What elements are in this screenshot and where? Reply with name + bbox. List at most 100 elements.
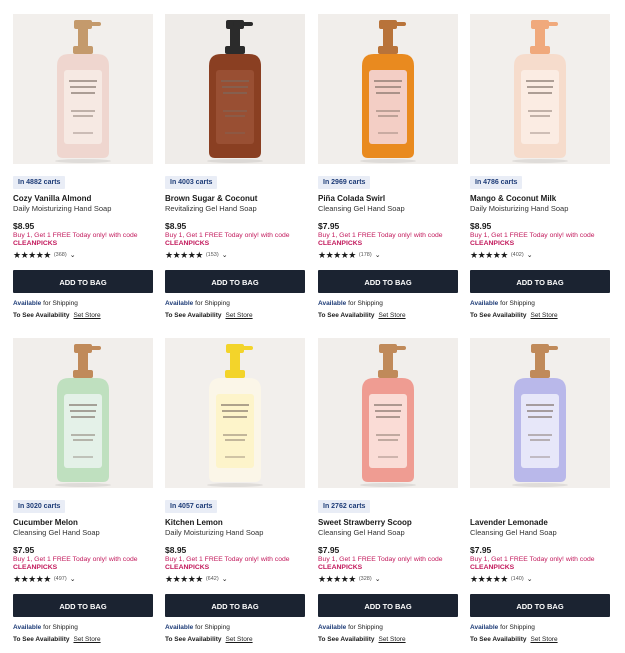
set-store-link[interactable]: Set Store: [378, 636, 405, 643]
availability-text: for Shipping: [195, 300, 230, 307]
review-count: (153): [205, 252, 219, 258]
product-name[interactable]: Cozy Vanilla Almond: [13, 194, 91, 203]
product-price: $7.95: [318, 545, 340, 555]
star-rating[interactable]: ★★★★★ (328) ⌄: [318, 574, 381, 584]
stars-icon: ★★★★★: [318, 250, 356, 260]
add-to-bag-button[interactable]: ADD TO BAG: [318, 594, 458, 617]
product-name[interactable]: Cucumber Melon: [13, 518, 78, 527]
promo-code: CLEANPICKS: [318, 564, 363, 571]
product-image[interactable]: [470, 14, 610, 164]
add-to-bag-button[interactable]: ADD TO BAG: [13, 594, 153, 617]
carts-badge: In 3020 carts: [13, 500, 66, 513]
carts-badge: In 4786 carts: [470, 176, 523, 189]
availability: Available for Shipping: [318, 300, 383, 307]
review-count: (642): [205, 576, 219, 582]
product-image[interactable]: [13, 338, 153, 488]
set-store-link[interactable]: Set Store: [530, 636, 557, 643]
product-name[interactable]: Mango & Coconut Milk: [470, 194, 556, 203]
promo-text: Buy 1, Get 1 FREE Today only! with code C…: [318, 232, 458, 248]
availability-label: Available: [470, 624, 499, 631]
soap-bottle-illustration: [207, 20, 263, 163]
add-to-bag-button[interactable]: ADD TO BAG: [165, 594, 305, 617]
chevron-down-icon[interactable]: ⌄: [527, 251, 533, 259]
add-to-bag-button[interactable]: ADD TO BAG: [470, 594, 610, 617]
product-card: In 4003 carts Brown Sugar & Coconut Revita…: [165, 14, 305, 329]
product-image[interactable]: [165, 338, 305, 488]
promo-text: Buy 1, Get 1 FREE Today only! with code C…: [165, 232, 305, 248]
chevron-down-icon[interactable]: ⌄: [70, 575, 76, 583]
product-name[interactable]: Sweet Strawberry Scoop: [318, 518, 412, 527]
availability-label: Available: [470, 300, 499, 307]
set-store-link[interactable]: Set Store: [378, 312, 405, 319]
product-price: $7.95: [470, 545, 492, 555]
product-image[interactable]: [318, 14, 458, 164]
promo-line: Buy 1, Get 1 FREE Today only! with code: [165, 556, 290, 563]
availability-label: Available: [165, 624, 194, 631]
availability-label: Available: [165, 300, 194, 307]
promo-line: Buy 1, Get 1 FREE Today only! with code: [318, 556, 443, 563]
chevron-down-icon[interactable]: ⌄: [527, 575, 533, 583]
product-image[interactable]: [13, 14, 153, 164]
soap-bottle-illustration: [207, 344, 263, 487]
product-image[interactable]: [318, 338, 458, 488]
availability: Available for Shipping: [165, 300, 230, 307]
carts-badge: In 4882 carts: [13, 176, 66, 189]
product-image[interactable]: [165, 14, 305, 164]
review-count: (140): [510, 576, 524, 582]
product-type: Daily Moisturizing Hand Soap: [13, 204, 112, 213]
chevron-down-icon[interactable]: ⌄: [375, 251, 381, 259]
star-rating[interactable]: ★★★★★ (642) ⌄: [165, 574, 228, 584]
promo-text: Buy 1, Get 1 FREE Today only! with code C…: [13, 556, 153, 572]
product-image[interactable]: [470, 338, 610, 488]
add-to-bag-button[interactable]: ADD TO BAG: [165, 270, 305, 293]
store-availability: To See Availability Set Store: [165, 636, 253, 643]
product-card: In 4882 carts Cozy Vanilla Almond Daily Mo…: [13, 14, 153, 329]
product-name[interactable]: Kitchen Lemon: [165, 518, 223, 527]
chevron-down-icon[interactable]: ⌄: [70, 251, 76, 259]
carts-badge: In 2969 carts: [318, 176, 371, 189]
set-store-link[interactable]: Set Store: [73, 312, 100, 319]
product-type: Daily Moisturizing Hand Soap: [165, 528, 264, 537]
set-store-link[interactable]: Set Store: [225, 636, 252, 643]
promo-line: Buy 1, Get 1 FREE Today only! with code: [318, 232, 443, 239]
product-price: $8.95: [13, 221, 35, 231]
product-type: Cleansing Gel Hand Soap: [13, 528, 100, 537]
chevron-down-icon[interactable]: ⌄: [222, 575, 228, 583]
product-name[interactable]: Lavender Lemonade: [470, 518, 548, 527]
carts-badge: In 2762 carts: [318, 500, 371, 513]
add-to-bag-button[interactable]: ADD TO BAG: [470, 270, 610, 293]
star-rating[interactable]: ★★★★★ (153) ⌄: [165, 250, 228, 260]
review-count: (402): [510, 252, 524, 258]
soap-bottle-illustration: [512, 344, 568, 487]
chevron-down-icon[interactable]: ⌄: [222, 251, 228, 259]
stars-icon: ★★★★★: [13, 250, 51, 260]
product-name[interactable]: Piña Colada Swirl: [318, 194, 385, 203]
add-to-bag-button[interactable]: ADD TO BAG: [13, 270, 153, 293]
product-card: In 2762 carts Sweet Strawberry Scoop Clean…: [318, 338, 458, 653]
stars-icon: ★★★★★: [165, 250, 203, 260]
star-rating[interactable]: ★★★★★ (140) ⌄: [470, 574, 533, 584]
carts-badge: In 4003 carts: [165, 176, 218, 189]
availability-text: for Shipping: [348, 300, 383, 307]
product-price: $7.95: [318, 221, 340, 231]
add-to-bag-button[interactable]: ADD TO BAG: [318, 270, 458, 293]
star-rating[interactable]: ★★★★★ (368) ⌄: [13, 250, 76, 260]
review-count: (178): [358, 252, 372, 258]
review-count: (368): [53, 252, 67, 258]
promo-line: Buy 1, Get 1 FREE Today only! with code: [470, 232, 595, 239]
store-availability-label: To See Availability: [165, 636, 222, 643]
set-store-link[interactable]: Set Store: [530, 312, 557, 319]
set-store-link[interactable]: Set Store: [225, 312, 252, 319]
product-card: In 4057 carts Kitchen Lemon Daily Moisturi…: [165, 338, 305, 653]
star-rating[interactable]: ★★★★★ (497) ⌄: [13, 574, 76, 584]
star-rating[interactable]: ★★★★★ (402) ⌄: [470, 250, 533, 260]
product-name[interactable]: Brown Sugar & Coconut: [165, 194, 257, 203]
set-store-link[interactable]: Set Store: [73, 636, 100, 643]
chevron-down-icon[interactable]: ⌄: [375, 575, 381, 583]
store-availability-label: To See Availability: [470, 312, 527, 319]
promo-code: CLEANPICKS: [13, 564, 58, 571]
product-card: In 4786 carts Mango & Coconut Milk Daily M…: [470, 14, 610, 329]
star-rating[interactable]: ★★★★★ (178) ⌄: [318, 250, 381, 260]
availability-text: for Shipping: [43, 300, 78, 307]
store-availability-label: To See Availability: [318, 312, 375, 319]
